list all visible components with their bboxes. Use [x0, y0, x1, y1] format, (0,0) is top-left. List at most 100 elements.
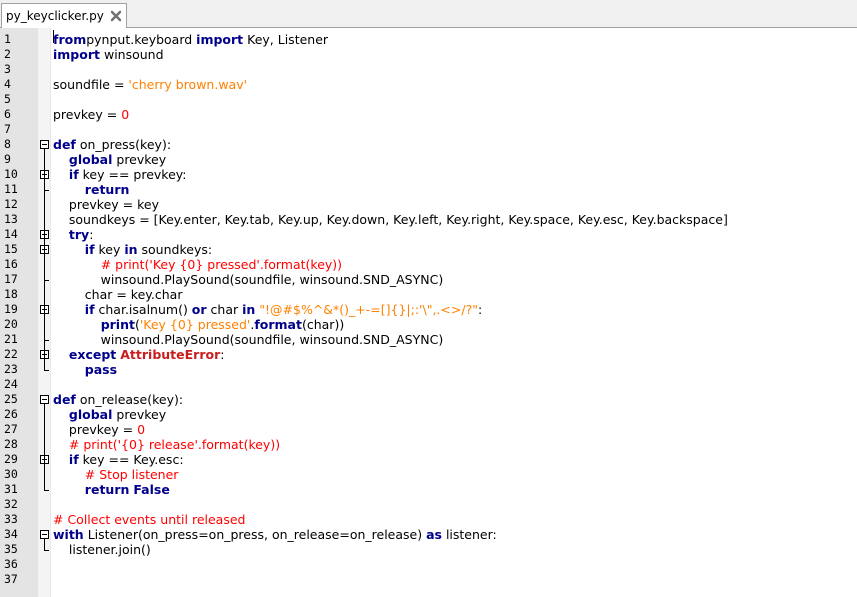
code-token: def [53, 392, 76, 407]
code-line[interactable]: 37 [0, 572, 857, 587]
fold-toggle-icon[interactable] [40, 395, 49, 404]
line-number: 13 [4, 212, 18, 226]
code-line[interactable]: 36 [0, 557, 857, 572]
code-line[interactable]: 27 prevkey = 0 [0, 422, 857, 437]
code-token: Listener(on_press=on_press, on_release=o… [83, 527, 427, 542]
code-token: return [84, 182, 130, 197]
code-line[interactable]: 5 [0, 92, 857, 107]
fold-toggle-icon[interactable] [40, 140, 49, 149]
code-token: False [133, 482, 170, 497]
code-line[interactable]: 11 return [0, 182, 857, 197]
code-token: if [68, 452, 79, 467]
code-token: if [68, 167, 79, 182]
code-token: AttributeError [120, 347, 221, 362]
code-line[interactable]: 2 import winsound [0, 47, 857, 62]
line-number: 11 [4, 182, 18, 196]
code-token: on_press(key): [75, 137, 172, 152]
line-number: 16 [4, 257, 18, 271]
code-token: Key, Listener [243, 32, 329, 47]
code-token: # Collect events until released [53, 512, 246, 527]
code-token: from [53, 32, 87, 47]
fold-guide-line [44, 179, 45, 190]
line-number: 34 [4, 527, 18, 541]
code-token: winsound.PlaySound(soundfile, winsound.S… [53, 272, 444, 287]
code-line[interactable]: 22 except AttributeError: [0, 347, 857, 362]
code-line[interactable]: 24 [0, 377, 857, 392]
line-number: 26 [4, 407, 18, 421]
code-line[interactable]: 16 # print('Key {0} pressed'.format(key)… [0, 257, 857, 272]
code-line[interactable]: 32 [0, 497, 857, 512]
fold-guide-end [44, 340, 49, 341]
code-text: winsound.PlaySound(soundfile, winsound.S… [53, 272, 444, 287]
code-token: winsound.PlaySound(soundfile, winsound.S… [53, 332, 444, 347]
code-line[interactable]: 18 char = key.char [0, 287, 857, 302]
code-token: import [53, 47, 100, 62]
code-line[interactable]: 4 soundfile = 'cherry brown.wav' [0, 77, 857, 92]
code-line[interactable]: 31 return False [0, 482, 857, 497]
code-line[interactable]: 6 prevkey = 0 [0, 107, 857, 122]
close-x-icon[interactable] [110, 10, 122, 22]
file-tab[interactable]: py_keyclicker.py [1, 3, 127, 28]
code-text: def on_release(key): [53, 392, 183, 407]
code-line[interactable]: 21 winsound.PlaySound(soundfile, winsoun… [0, 332, 857, 347]
code-token: (char)) [301, 317, 345, 332]
code-token: prevkey = [53, 107, 122, 122]
code-token: except [68, 347, 117, 362]
line-number: 20 [4, 317, 18, 331]
fold-toggle-icon[interactable] [40, 530, 49, 539]
line-number: 9 [4, 152, 11, 166]
code-line[interactable]: 12 prevkey = key [0, 197, 857, 212]
code-token: global [68, 407, 113, 422]
code-line[interactable]: 23 pass [0, 362, 857, 377]
code-text: char = key.char [53, 287, 183, 302]
line-number: 14 [4, 227, 18, 241]
code-line[interactable]: 34 with Listener(on_press=on_press, on_re… [0, 527, 857, 542]
code-line[interactable]: 17 winsound.PlaySound(soundfile, winsoun… [0, 272, 857, 287]
code-line[interactable]: 9 global prevkey [0, 152, 857, 167]
code-text: soundkeys = [Key.enter, Key.tab, Key.up,… [53, 212, 728, 227]
code-line[interactable]: 15 if key in soundkeys: [0, 242, 857, 257]
line-number: 29 [4, 452, 18, 466]
tab-bar: py_keyclicker.py [0, 0, 857, 28]
code-line[interactable]: 14 try: [0, 227, 857, 242]
code-text: # print('{0} release'.format(key)) [53, 437, 280, 452]
code-line[interactable]: 8 def on_press(key): [0, 137, 857, 152]
code-token: char.isalnum() [94, 302, 192, 317]
code-line[interactable]: 25 def on_release(key): [0, 392, 857, 407]
code-line[interactable]: 35 listener.join() [0, 542, 857, 557]
code-line[interactable]: 3 [0, 62, 857, 77]
code-text: print('Key {0} pressed'.format(char)) [53, 317, 345, 332]
code-editor[interactable]: 1 frompynput.keyboard import Key, Listene… [0, 28, 857, 597]
line-number: 18 [4, 287, 18, 301]
code-line[interactable]: 13 soundkeys = [Key.enter, Key.tab, Key.… [0, 212, 857, 227]
code-line[interactable]: 1 frompynput.keyboard import Key, Listene… [0, 32, 857, 47]
code-token: if [84, 242, 95, 257]
code-token: key == Key.esc: [78, 452, 184, 467]
code-line[interactable]: 33 # Collect events until released [0, 512, 857, 527]
code-line[interactable]: 7 [0, 122, 857, 137]
code-text: global prevkey [53, 407, 166, 422]
code-token: try [68, 227, 90, 242]
code-line[interactable]: 30 # Stop listener [0, 467, 857, 482]
code-token: pass [84, 362, 118, 377]
code-line[interactable]: 28 # print('{0} release'.format(key)) [0, 437, 857, 452]
code-line[interactable]: 19 if char.isalnum() or char in "!@#$%^&… [0, 302, 857, 317]
code-line[interactable]: 26 global prevkey [0, 407, 857, 422]
line-number: 22 [4, 347, 18, 361]
code-token: in [124, 242, 138, 257]
code-line[interactable]: 10 if key == prevkey: [0, 167, 857, 182]
code-line[interactable]: 29 if key == Key.esc: [0, 452, 857, 467]
code-token: import [196, 32, 244, 47]
line-number: 30 [4, 467, 18, 481]
fold-guide-end [44, 280, 49, 281]
line-number: 21 [4, 332, 18, 346]
line-number: 4 [4, 77, 11, 91]
code-token: pynput.keyboard [86, 32, 197, 47]
code-text: # Stop listener [53, 467, 179, 482]
code-line[interactable]: 20 print('Key {0} pressed'.format(char)) [0, 317, 857, 332]
